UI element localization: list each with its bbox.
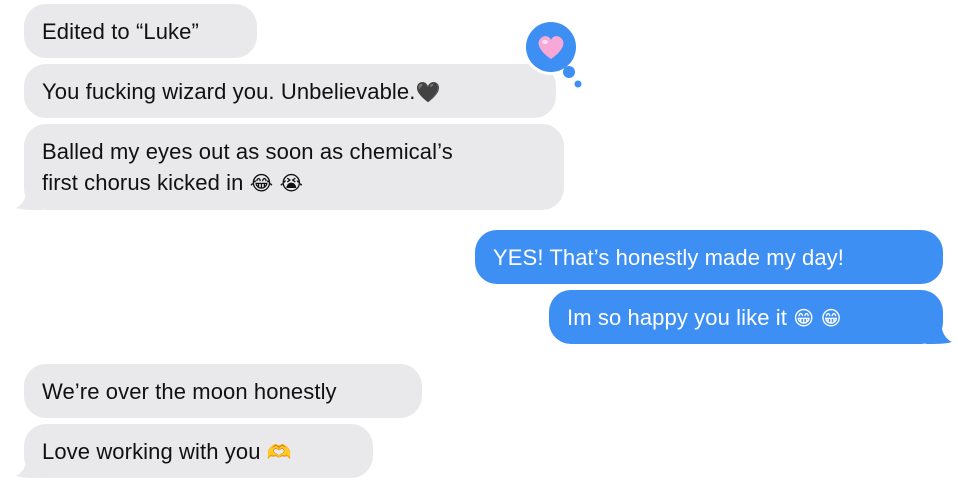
message-text: Im so happy you like it xyxy=(567,305,787,330)
message-bubble-outgoing[interactable]: YES! That’s honestly made my day! xyxy=(475,230,943,284)
laughing-crying-emoji: 😂 😭 xyxy=(249,171,304,195)
message-bubble-outgoing[interactable]: Im so happy you like it 😁 😁 xyxy=(549,290,943,344)
black-heart-emoji: 🖤 xyxy=(415,80,441,104)
message-text: YES! That’s honestly made my day! xyxy=(493,245,844,270)
bubble-tail-incoming xyxy=(16,454,42,478)
message-bubble-incoming[interactable]: Edited to “Luke” xyxy=(24,4,257,58)
grinning-emoji: 😁 😁 xyxy=(793,306,842,330)
message-text-line: first chorus kicked in xyxy=(42,170,244,195)
message-text: You fucking wizard you. Unbelievable. xyxy=(42,79,416,104)
message-bubble-incoming[interactable]: Balled my eyes out as soon as chemical’s… xyxy=(24,124,564,210)
message-text-line: Balled my eyes out as soon as chemical’s xyxy=(42,139,453,164)
message-text: We’re over the moon honestly xyxy=(42,379,337,404)
message-text: Edited to “Luke” xyxy=(42,19,199,44)
message-bubble-incoming[interactable]: Love working with you 🫶 xyxy=(24,424,373,478)
tapback-reaction-heart[interactable] xyxy=(520,18,586,92)
message-bubble-incoming[interactable]: You fucking wizard you. Unbelievable.🖤 xyxy=(24,64,556,118)
message-bubble-incoming[interactable]: We’re over the moon honestly xyxy=(24,364,422,418)
heart-icon xyxy=(523,19,582,88)
bubble-tail-outgoing xyxy=(926,320,952,344)
message-text: Love working with you xyxy=(42,439,261,464)
heart-hands-emoji: 🫶 xyxy=(266,440,292,464)
bubble-tail-incoming xyxy=(16,186,42,210)
